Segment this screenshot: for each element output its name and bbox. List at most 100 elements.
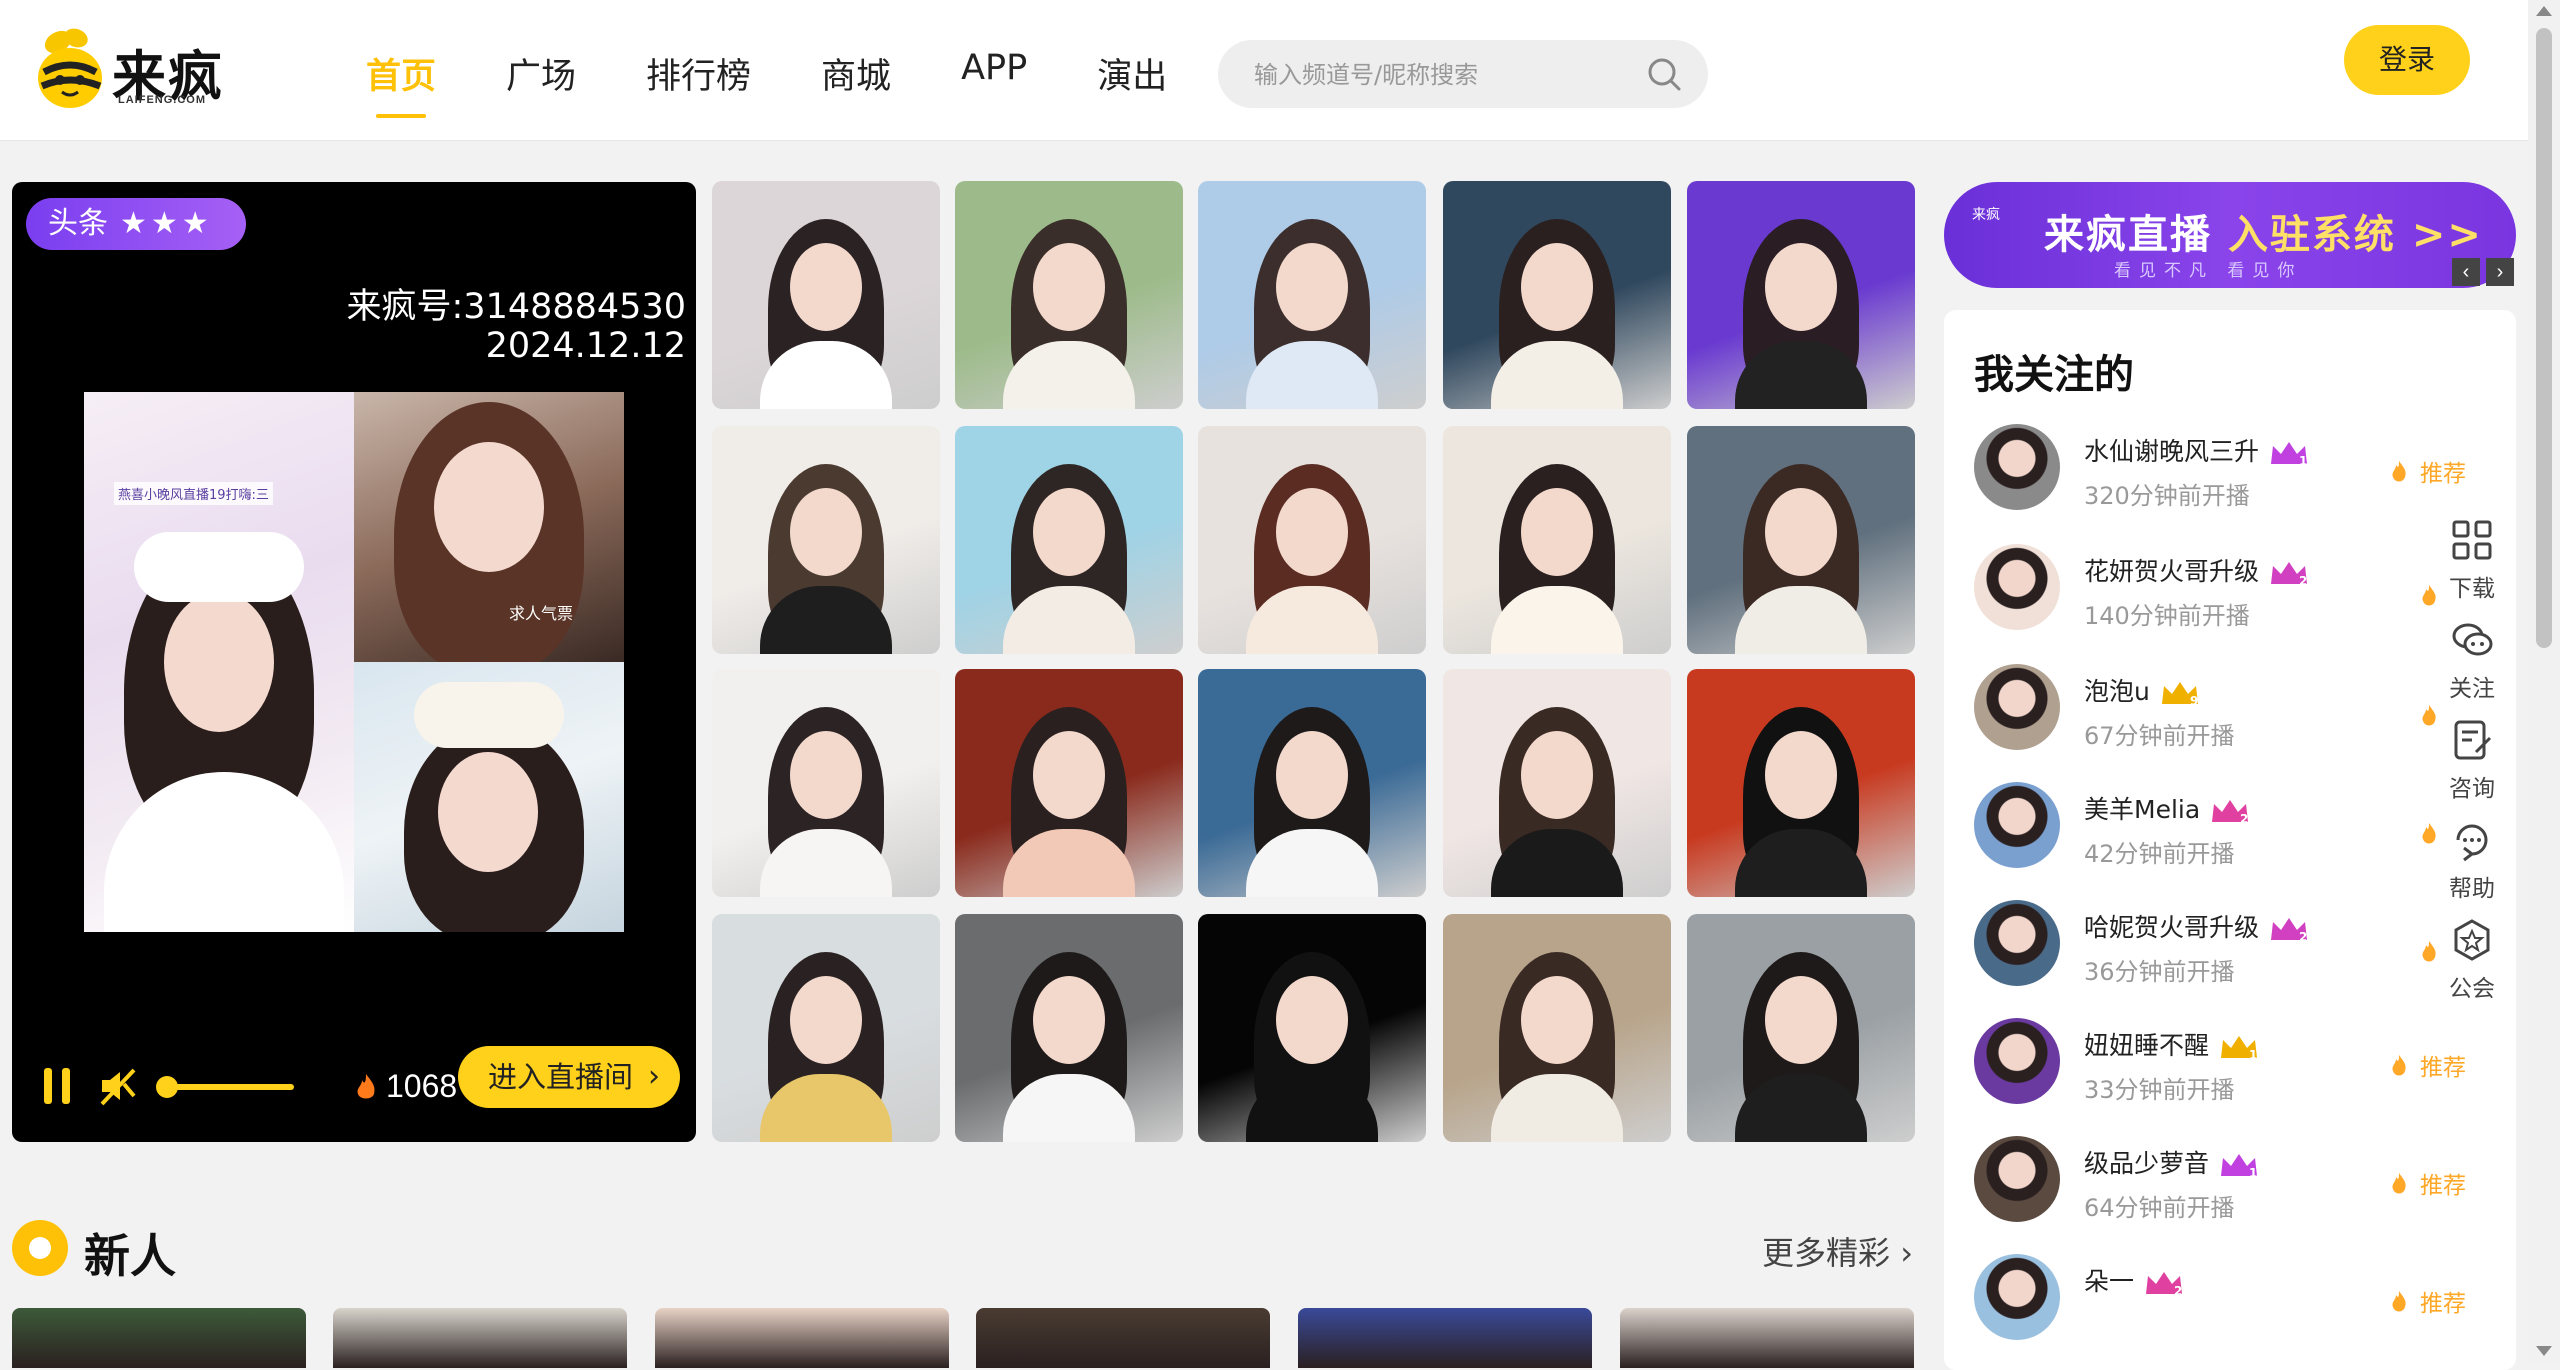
flame-icon — [2392, 461, 2406, 482]
live-room-thumbnail[interactable] — [1198, 181, 1426, 409]
nav-item-home[interactable]: 首页 — [366, 48, 436, 118]
video-guest2-face — [438, 752, 538, 872]
new-anchor-card[interactable] — [1298, 1308, 1592, 1368]
live-start-time: 33分钟前开播 — [2084, 1076, 2235, 1104]
live-room-thumbnail[interactable] — [712, 914, 940, 1142]
anchor-level-crown-icon: 21 — [2269, 914, 2316, 944]
featured-live-player[interactable]: 头条 ★★★ 来疯号:3148884530 2024.12.12 燕喜小晚风直播… — [12, 182, 696, 1142]
scroll-down-arrow-icon[interactable] — [2536, 1346, 2552, 1356]
new-anchor-card[interactable] — [333, 1308, 627, 1368]
live-room-thumbnail[interactable] — [955, 914, 1183, 1142]
nav-item-square[interactable]: 广场 — [506, 48, 576, 99]
scroll-thumb[interactable] — [2536, 28, 2552, 648]
thumbnail-photo-face — [1033, 243, 1105, 331]
avatar — [1974, 544, 2060, 630]
nav-item-shows[interactable]: 演出 — [1097, 48, 1167, 99]
side-tool-4[interactable]: 公会 — [2428, 918, 2516, 1003]
new-anchor-card[interactable] — [1620, 1308, 1914, 1368]
section-title-new: 新人 — [84, 1229, 176, 1283]
anchor-level-crown-icon: 13 — [2219, 1150, 2266, 1180]
promo-title-a: 来疯直播 — [2044, 212, 2212, 258]
side-tool-1[interactable]: 关注 — [2428, 618, 2516, 703]
nav-item-ranking[interactable]: 排行榜 — [646, 48, 751, 99]
following-item[interactable]: 花妍贺火哥升级 20 140分钟前开播 — [1974, 544, 2494, 644]
live-room-thumbnail[interactable] — [1443, 181, 1671, 409]
thumbnail-photo-face — [1765, 976, 1837, 1064]
nav-item-app[interactable]: APP — [961, 48, 1027, 99]
thumbnail-photo-face — [1521, 976, 1593, 1064]
following-item[interactable]: 哈妮贺火哥升级 21 36分钟前开播 — [1974, 900, 2494, 1000]
video-overlay-tag: 燕喜小晚风直播19打嗨:三 — [114, 482, 273, 505]
live-room-thumbnail[interactable] — [1443, 426, 1671, 654]
search-input[interactable] — [1252, 54, 1626, 96]
live-room-thumbnail[interactable] — [1443, 669, 1671, 897]
following-item[interactable]: 朵一 29 推荐 — [1974, 1254, 2494, 1354]
live-room-thumbnail[interactable] — [1687, 914, 1915, 1142]
search-icon[interactable] — [1646, 56, 1682, 92]
promo-banner[interactable]: 来疯 来疯直播 入驻系统 >> 看见不凡 看见你 — [1944, 182, 2516, 288]
svg-text:13: 13 — [2249, 1166, 2265, 1180]
login-button[interactable]: 登录 — [2344, 25, 2470, 95]
following-item[interactable]: 美羊Melia 27 42分钟前开播 — [1974, 782, 2494, 882]
thumbnail-photo-face — [1521, 243, 1593, 331]
more-link[interactable]: 更多精彩 › — [1762, 1228, 1913, 1274]
banner-next-arrow-icon[interactable]: › — [2486, 258, 2514, 286]
brand-domain: LAIFENG.COM — [118, 94, 206, 106]
following-title: 我关注的 — [1974, 352, 2134, 398]
live-video-frame[interactable]: 燕喜小晚风直播19打嗨:三 求人气票 — [84, 392, 624, 932]
new-anchor-card[interactable] — [655, 1308, 949, 1368]
flame-icon — [357, 1074, 375, 1099]
live-room-thumbnail[interactable] — [1687, 669, 1915, 897]
promo-title: 来疯直播 入驻系统 >> — [2044, 202, 2483, 260]
side-tool-label: 关注 — [2449, 676, 2495, 702]
side-tool-3[interactable]: 帮助 — [2428, 818, 2516, 903]
live-room-thumbnail[interactable] — [1687, 426, 1915, 654]
recommend-tag: 推荐 — [2420, 461, 2466, 487]
nav-item-mall[interactable]: 商城 — [821, 48, 891, 99]
chevron-right-icon: › — [648, 1059, 660, 1094]
search-box — [1218, 40, 1708, 108]
side-tool-label: 下载 — [2449, 576, 2495, 602]
volume-mute-icon[interactable] — [98, 1066, 138, 1106]
side-tool-label: 公会 — [2449, 976, 2495, 1002]
live-room-thumbnail[interactable] — [1687, 181, 1915, 409]
live-room-thumbnail[interactable] — [1198, 669, 1426, 897]
anchor-name: 妞妞睡不醒 11 — [2084, 1031, 2266, 1062]
new-anchor-card[interactable] — [12, 1308, 306, 1368]
following-item[interactable]: 级品少萝音 13 64分钟前开播 推荐 — [1974, 1136, 2494, 1236]
volume-slider-track[interactable] — [160, 1084, 294, 1090]
following-item[interactable]: 泡泡u 9 67分钟前开播 — [1974, 664, 2494, 764]
live-room-thumbnail[interactable] — [955, 426, 1183, 654]
svg-text:9: 9 — [2190, 694, 2198, 708]
side-tool-0[interactable]: 下载 — [2428, 518, 2516, 603]
promo-logo: 来疯 — [1972, 207, 2000, 223]
video-panel-bottom-right — [354, 662, 624, 932]
new-anchor-card[interactable] — [976, 1308, 1270, 1368]
thumbnail-photo-face — [790, 243, 862, 331]
page-scrollbar[interactable] — [2528, 0, 2560, 1362]
live-room-thumbnail[interactable] — [712, 669, 940, 897]
following-item[interactable]: 妞妞睡不醒 11 33分钟前开播 推荐 — [1974, 1018, 2494, 1118]
live-start-time: 42分钟前开播 — [2084, 840, 2235, 868]
headline-badge-label: 头条 — [48, 206, 108, 241]
live-room-thumbnail[interactable] — [1198, 914, 1426, 1142]
pause-icon[interactable] — [40, 1066, 74, 1106]
side-tool-2[interactable]: 咨询 — [2428, 718, 2516, 803]
live-room-thumbnail[interactable] — [955, 669, 1183, 897]
live-room-thumbnail[interactable] — [712, 426, 940, 654]
volume-slider-knob[interactable] — [156, 1076, 178, 1098]
anchor-level-crown-icon: 16 — [2269, 438, 2316, 468]
live-room-thumbnail[interactable] — [1198, 426, 1426, 654]
enter-live-room-button[interactable]: 进入直播间 › — [458, 1046, 680, 1108]
video-panel-left: 燕喜小晚风直播19打嗨:三 — [84, 392, 354, 932]
live-room-thumbnail[interactable] — [955, 181, 1183, 409]
recommend-tag: 推荐 — [2420, 1055, 2466, 1081]
scroll-up-arrow-icon[interactable] — [2536, 6, 2552, 16]
following-item[interactable]: 水仙谢晚风三升 16 320分钟前开播 推荐 — [1974, 424, 2494, 524]
live-room-thumbnail[interactable] — [1443, 914, 1671, 1142]
qrcode-icon — [2450, 520, 2494, 566]
site-logo[interactable]: 来疯 LAIFENG.COM — [34, 26, 224, 116]
edit-note-icon — [2450, 720, 2494, 766]
banner-prev-arrow-icon[interactable]: ‹ — [2452, 258, 2480, 286]
live-room-thumbnail[interactable] — [712, 181, 940, 409]
